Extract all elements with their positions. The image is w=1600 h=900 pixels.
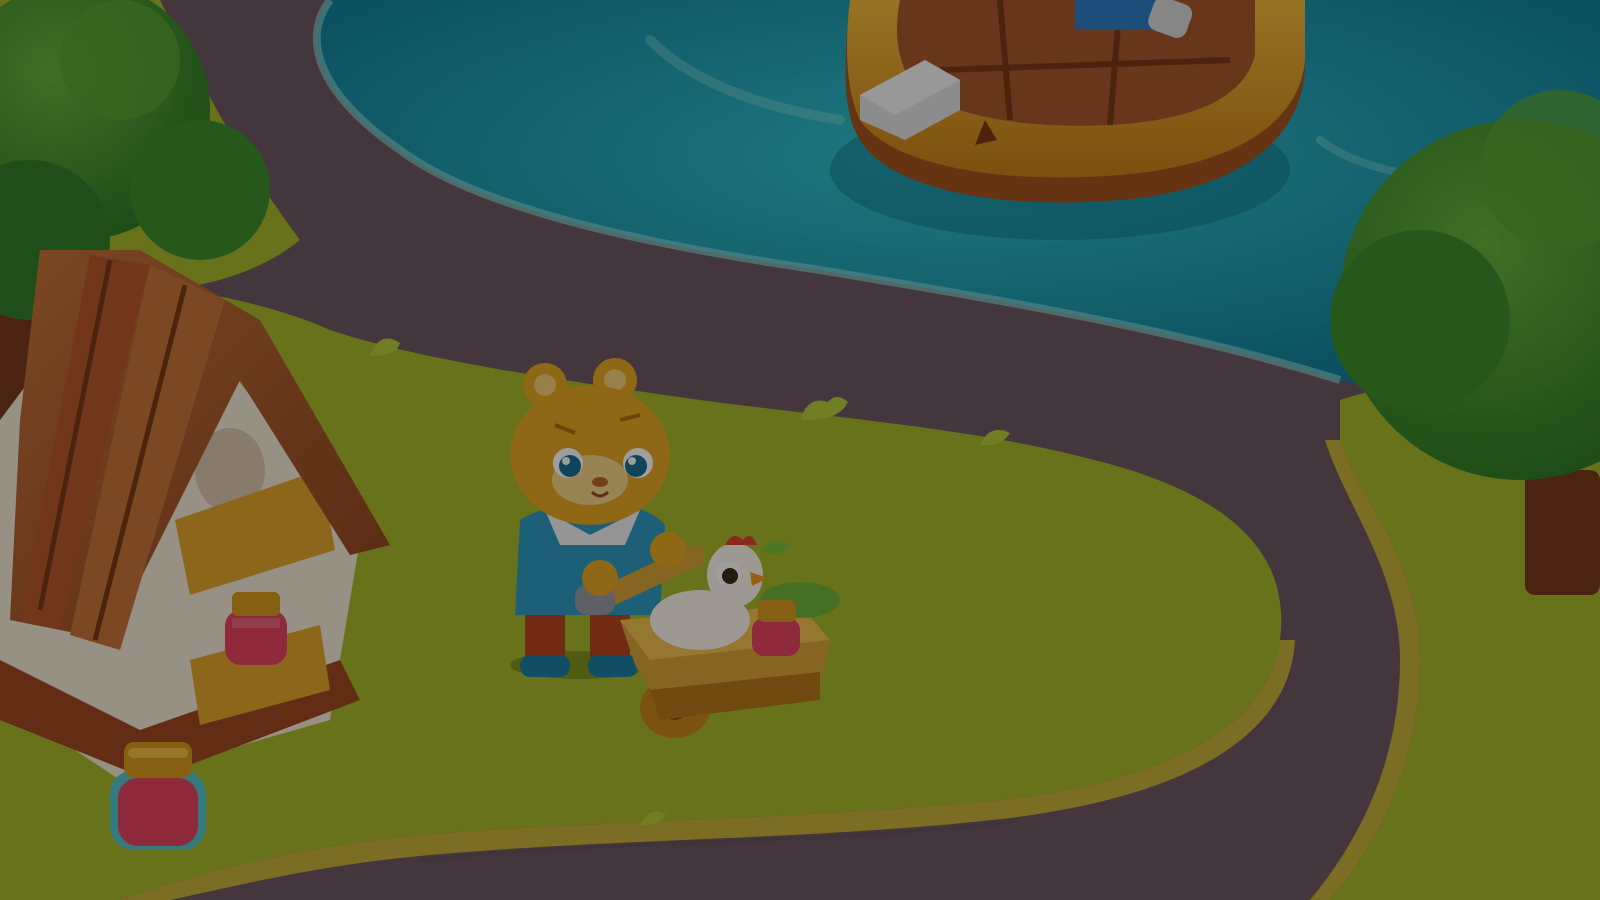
jam-jar — [752, 600, 800, 656]
game-scene — [0, 0, 1600, 900]
rowboat — [830, 0, 1305, 240]
jam-jar — [225, 592, 287, 665]
jam-jar — [110, 742, 206, 850]
